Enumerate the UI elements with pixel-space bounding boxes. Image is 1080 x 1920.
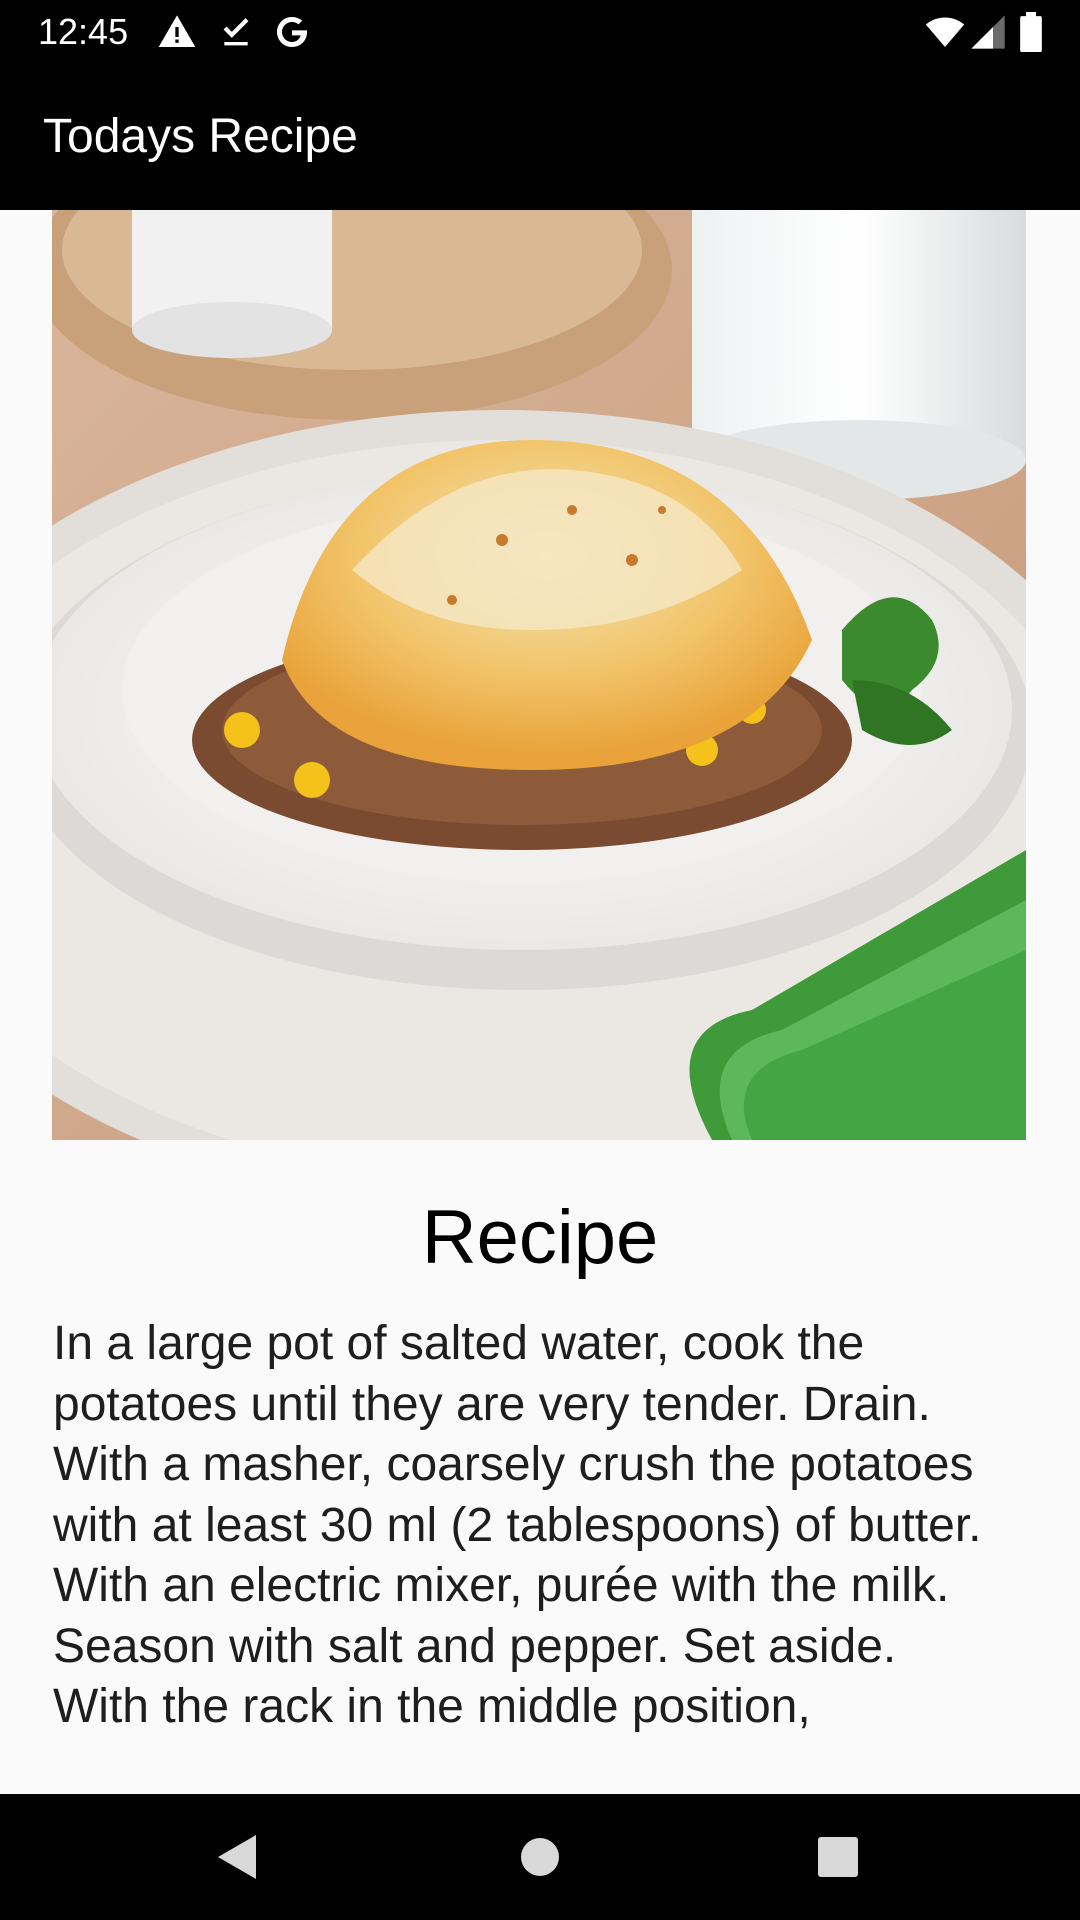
google-icon [277, 17, 307, 47]
download-done-icon [223, 18, 249, 46]
back-icon[interactable] [210, 1827, 270, 1887]
status-time: 12:45 [38, 11, 129, 52]
warning-icon [158, 15, 196, 48]
recipe-instructions: In a large pot of salted water, cook the… [53, 1317, 982, 1733]
app-title: Todays Recipe [43, 110, 358, 163]
home-icon[interactable] [510, 1827, 570, 1887]
navigation-bar [0, 1794, 1080, 1920]
wifi-icon [925, 17, 965, 47]
battery-icon [1020, 12, 1042, 52]
recipe-scroll-content[interactable]: Recipe In a large pot of salted water, c… [0, 210, 1080, 1794]
recipe-image [52, 210, 1026, 1140]
app-screen: 12:45 Todays Recipe Recipe In a large po… [0, 0, 1080, 1920]
cell-signal-icon [971, 15, 1005, 49]
status-bar: 12:45 [0, 0, 1080, 63]
app-bar: Todays Recipe [0, 63, 1080, 210]
recents-icon[interactable] [808, 1827, 868, 1887]
recipe-heading: Recipe [421, 1195, 659, 1280]
